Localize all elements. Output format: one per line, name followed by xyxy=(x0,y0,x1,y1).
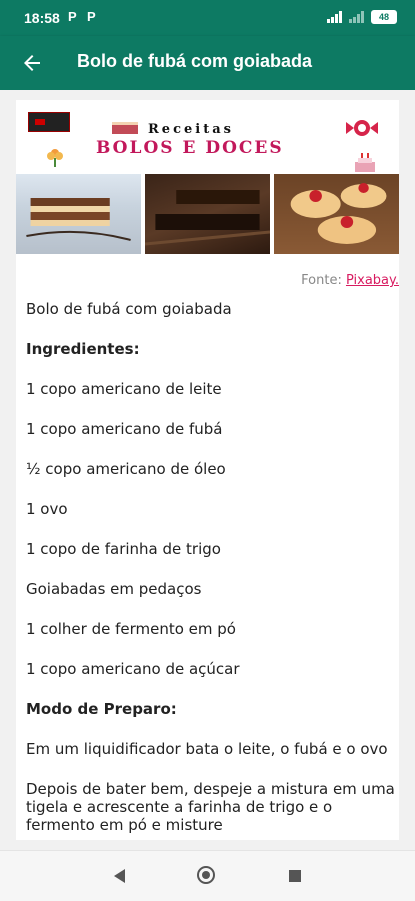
logo-badge xyxy=(28,112,70,132)
recipe-title: Bolo de fubá com goiabada xyxy=(26,300,232,318)
pastry-photo xyxy=(274,174,399,254)
status-icons: 48 xyxy=(327,10,397,24)
ingredients-heading: Ingredientes: xyxy=(26,340,140,358)
cake-icon xyxy=(112,118,138,134)
nav-recents-icon[interactable] xyxy=(289,870,301,882)
notification-icon: P xyxy=(68,9,77,24)
banner-line-1: Receitas xyxy=(148,122,234,137)
preparation-heading: Modo de Preparo: xyxy=(26,700,177,718)
nav-home-icon[interactable] xyxy=(197,866,215,884)
ingredient-item: 1 ovo xyxy=(26,500,68,518)
battery-icon: 48 xyxy=(371,10,397,24)
banner-line-2: BOLOS E DOCES xyxy=(96,138,284,158)
notification-icon: P xyxy=(87,9,96,24)
ingredient-item: ½ copo americano de óleo xyxy=(26,460,226,478)
cake-slice-photo xyxy=(16,174,141,254)
flower-icon xyxy=(47,149,63,167)
ingredient-item: 1 copo de farinha de trigo xyxy=(26,540,221,558)
ingredient-item: 1 copo americano de açúcar xyxy=(26,660,240,678)
source-link[interactable]: Pixabay. xyxy=(346,273,399,288)
signal-icon xyxy=(349,11,364,23)
ingredient-item: 1 copo americano de fubá xyxy=(26,420,223,438)
recipe-content[interactable]: Receitas BOLOS E DOCES Fonte: Pixabay. B… xyxy=(0,90,415,850)
back-arrow-icon[interactable] xyxy=(20,51,44,75)
recipe-text: Bolo de fubá com goiabada Ingredientes: … xyxy=(26,300,396,850)
chocolate-photo xyxy=(145,174,270,254)
status-time: 18:58 xyxy=(24,10,60,26)
preparation-step: Em um liquidificador bata o leite, o fub… xyxy=(26,740,388,758)
ingredient-item: Goiabadas em pedaços xyxy=(26,580,202,598)
ingredient-item: 1 colher de fermento em pó xyxy=(26,620,236,638)
page-title: Bolo de fubá com goiabada xyxy=(77,51,313,71)
recipe-banner-image: Receitas BOLOS E DOCES xyxy=(16,100,399,270)
signal-icon xyxy=(327,11,342,23)
preparation-step: Depois de bater bem, despeje a mistura e… xyxy=(26,780,395,834)
app-bar: Bolo de fubá com goiabada xyxy=(0,36,415,90)
ingredient-item: 1 copo americano de leite xyxy=(26,380,222,398)
nav-back-icon[interactable] xyxy=(114,869,125,883)
candy-icon xyxy=(346,120,378,136)
recipe-card: Receitas BOLOS E DOCES Fonte: Pixabay. B… xyxy=(16,100,399,840)
status-bar: 18:58 P P 48 xyxy=(0,0,415,36)
banner-photos xyxy=(16,174,399,254)
birthday-cake-icon xyxy=(355,153,375,172)
system-nav-bar xyxy=(0,850,415,901)
image-source: Fonte: Pixabay. xyxy=(301,273,399,288)
source-label: Fonte: xyxy=(301,273,342,288)
